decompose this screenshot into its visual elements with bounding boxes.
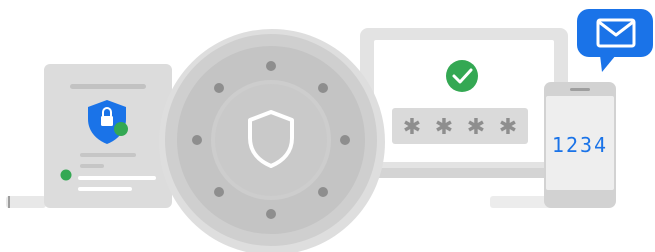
password-mask-char: ✱	[435, 115, 453, 140]
secure-document-icon	[44, 64, 172, 208]
ground-tick	[8, 196, 10, 208]
password-mask-char: ✱	[499, 115, 517, 140]
status-dot	[114, 122, 128, 136]
security-illustration: ✱ ✱ ✱ ✱	[6, 9, 653, 252]
ground-shadow-left	[6, 196, 46, 208]
pin-code: 1234	[551, 133, 609, 157]
laptop-password-icon	[352, 28, 576, 178]
password-mask-char: ✱	[467, 115, 485, 140]
mail-icon	[577, 9, 653, 72]
vault-shield-icon	[159, 29, 385, 252]
check-icon	[446, 60, 478, 92]
lock-icon	[101, 116, 113, 126]
password-mask-char: ✱	[403, 115, 421, 140]
